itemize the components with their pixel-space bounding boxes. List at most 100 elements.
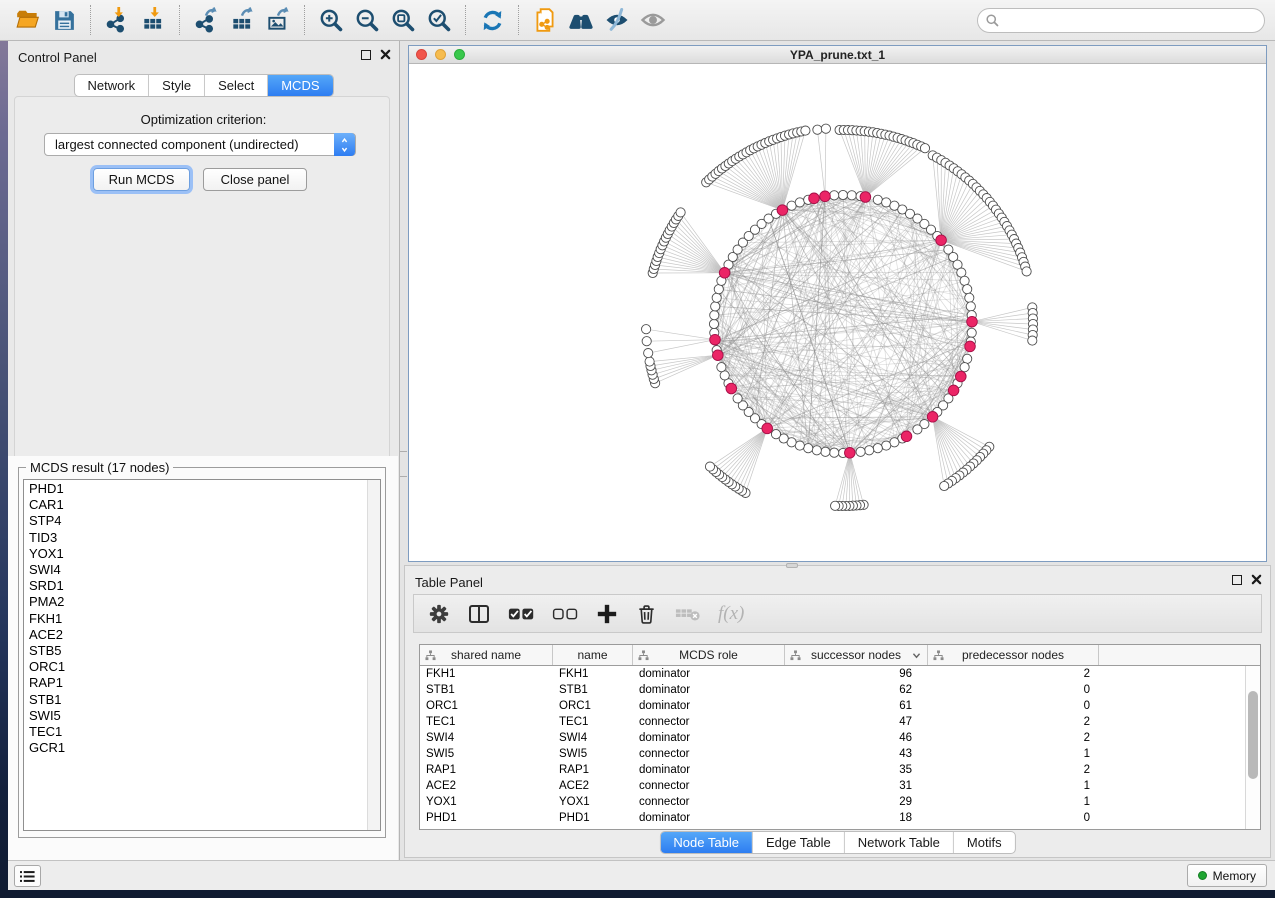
- graph-edge[interactable]: [729, 428, 768, 482]
- graph-edge[interactable]: [937, 158, 941, 241]
- graph-hub-node[interactable]: [956, 371, 967, 382]
- delete-columns-trash-icon[interactable]: [635, 602, 658, 625]
- graph-hub-node[interactable]: [967, 316, 978, 327]
- mcds-result-item[interactable]: YOX1: [24, 546, 366, 562]
- graph-edge[interactable]: [646, 329, 715, 340]
- tab-network-table[interactable]: Network Table: [844, 832, 953, 853]
- graph-edge[interactable]: [648, 340, 715, 353]
- table-row[interactable]: SWI4SWI4dominator462: [420, 730, 1245, 746]
- hide-graphics-details-button[interactable]: [599, 3, 635, 37]
- mcds-result-item[interactable]: STB1: [24, 692, 366, 708]
- mcds-result-item[interactable]: TID3: [24, 530, 366, 546]
- graph-edge[interactable]: [732, 428, 767, 484]
- graph-node[interactable]: [830, 191, 839, 200]
- network-window-titlebar[interactable]: YPA_prune.txt_1: [409, 46, 1266, 64]
- graph-edge[interactable]: [717, 298, 972, 322]
- graph-hub-node[interactable]: [927, 412, 938, 423]
- graph-hub-node[interactable]: [901, 431, 912, 442]
- find-button[interactable]: [563, 3, 599, 37]
- graph-edge[interactable]: [719, 428, 767, 474]
- table-panel-splitter-handle[interactable]: [786, 563, 798, 568]
- graph-edge[interactable]: [972, 322, 1032, 341]
- table-row[interactable]: TEC1TEC1connector472: [420, 714, 1245, 730]
- graph-leaf-node[interactable]: [831, 501, 840, 510]
- graph-edge[interactable]: [668, 234, 725, 273]
- table-row[interactable]: STB1STB1dominator620: [420, 682, 1245, 698]
- graph-leaf-node[interactable]: [1022, 267, 1031, 276]
- graph-leaf-node[interactable]: [642, 337, 651, 346]
- network-canvas[interactable]: [409, 64, 1266, 561]
- mcds-result-item[interactable]: ORC1: [24, 659, 366, 675]
- graph-edge[interactable]: [647, 340, 715, 342]
- graph-hub-node[interactable]: [726, 383, 737, 394]
- graph-edge[interactable]: [933, 417, 960, 476]
- mcds-result-item[interactable]: RAP1: [24, 675, 366, 691]
- graph-hub-node[interactable]: [965, 341, 976, 352]
- graph-node[interactable]: [838, 190, 847, 199]
- unselect-all-columns-icon[interactable]: [552, 606, 579, 622]
- graph-node[interactable]: [795, 198, 804, 207]
- graph-node[interactable]: [967, 328, 976, 337]
- graph-node[interactable]: [733, 394, 742, 403]
- table-row[interactable]: ACE2ACE2connector311: [420, 778, 1245, 794]
- graph-node[interactable]: [960, 363, 969, 372]
- column-header-successor-nodes[interactable]: successor nodes: [785, 645, 928, 665]
- minimize-window-icon[interactable]: [435, 49, 446, 60]
- graph-hub-node[interactable]: [710, 334, 721, 345]
- graph-leaf-node[interactable]: [705, 462, 714, 471]
- graph-leaf-node[interactable]: [644, 349, 653, 358]
- network-graph[interactable]: [409, 64, 1266, 562]
- graph-edge[interactable]: [710, 428, 767, 466]
- run-mcds-button[interactable]: Run MCDS: [93, 168, 190, 191]
- table-row[interactable]: YOX1YOX1connector291: [420, 794, 1245, 810]
- graph-edge[interactable]: [865, 143, 913, 197]
- graph-hub-node[interactable]: [820, 191, 831, 202]
- graph-node[interactable]: [714, 285, 723, 294]
- table-row[interactable]: PHD1PHD1dominator180: [420, 810, 1245, 826]
- mcds-result-item[interactable]: FKH1: [24, 611, 366, 627]
- graph-node[interactable]: [812, 446, 821, 455]
- export-table-button[interactable]: [224, 3, 260, 37]
- graph-leaf-node[interactable]: [940, 481, 949, 490]
- graph-node[interactable]: [913, 425, 922, 434]
- close-table-panel-icon[interactable]: [1251, 574, 1262, 585]
- import-network-button[interactable]: [99, 3, 135, 37]
- open-file-button[interactable]: [10, 3, 46, 37]
- graph-node[interactable]: [856, 447, 865, 456]
- graph-hub-node[interactable]: [777, 205, 788, 216]
- graph-node[interactable]: [804, 444, 813, 453]
- zoom-selected-button[interactable]: [421, 3, 457, 37]
- table-scrollbar[interactable]: [1245, 666, 1260, 829]
- refresh-view-button[interactable]: [474, 3, 510, 37]
- graph-leaf-node[interactable]: [645, 357, 654, 366]
- show-graphics-details-button[interactable]: [635, 3, 671, 37]
- graph-edge[interactable]: [850, 210, 903, 453]
- mcds-result-item[interactable]: PMA2: [24, 594, 366, 610]
- graph-leaf-node[interactable]: [821, 124, 830, 133]
- graph-edge[interactable]: [933, 417, 980, 457]
- tab-select[interactable]: Select: [204, 75, 267, 96]
- graph-node[interactable]: [710, 311, 719, 320]
- tab-edge-table[interactable]: Edge Table: [752, 832, 844, 853]
- graph-edge[interactable]: [941, 194, 983, 240]
- graph-hub-node[interactable]: [713, 350, 724, 361]
- mcds-result-item[interactable]: GCR1: [24, 740, 366, 756]
- graph-edge[interactable]: [933, 417, 974, 464]
- graph-edge[interactable]: [817, 130, 825, 197]
- graph-leaf-node[interactable]: [813, 125, 822, 134]
- graph-node[interactable]: [847, 191, 856, 200]
- show-columns-icon[interactable]: [467, 602, 491, 626]
- mcds-result-item[interactable]: SWI4: [24, 562, 366, 578]
- graph-edge[interactable]: [655, 355, 718, 383]
- float-table-panel-icon[interactable]: [1232, 575, 1242, 585]
- mcds-result-item[interactable]: CAR1: [24, 497, 366, 513]
- mcds-result-item[interactable]: SWI5: [24, 708, 366, 724]
- table-scrollbar-thumb[interactable]: [1248, 691, 1258, 779]
- graph-node[interactable]: [865, 446, 874, 455]
- mcds-result-item[interactable]: TEC1: [24, 724, 366, 740]
- graph-node[interactable]: [873, 444, 882, 453]
- tab-mcds[interactable]: MCDS: [267, 75, 332, 96]
- close-window-icon[interactable]: [416, 49, 427, 60]
- mcds-result-item[interactable]: PHD1: [24, 481, 366, 497]
- graph-node[interactable]: [711, 302, 720, 311]
